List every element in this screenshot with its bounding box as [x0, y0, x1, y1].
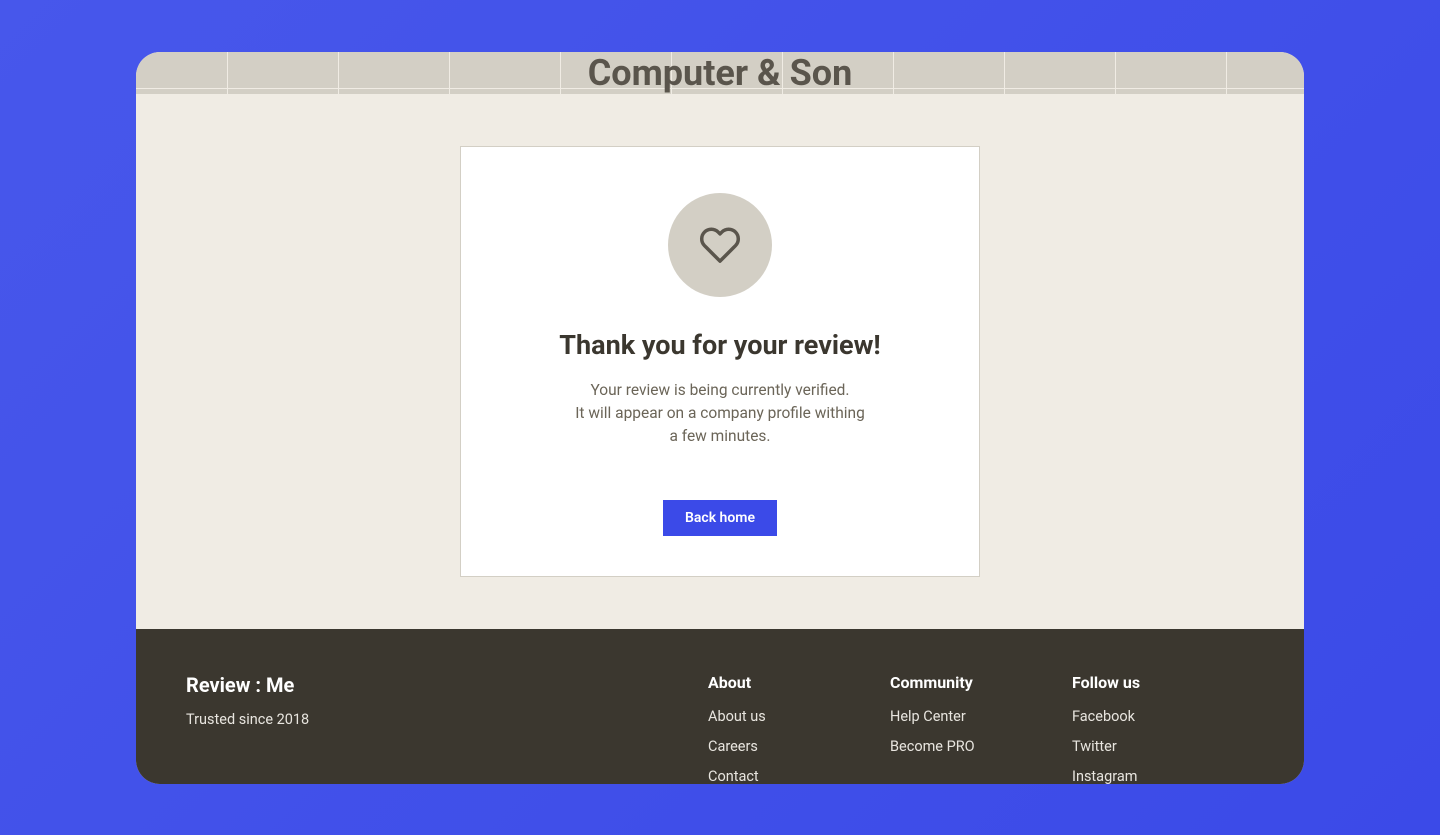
- footer-col-follow: Follow us Facebook Twitter Instagram: [1072, 673, 1254, 756]
- card-description: Your review is being currently verified.…: [575, 379, 865, 449]
- footer-col-community: Community Help Center Become PRO: [890, 673, 1072, 756]
- footer-brand-title: Review : Me: [186, 673, 708, 697]
- footer-link-facebook[interactable]: Facebook: [1072, 708, 1254, 725]
- footer: Review : Me Trusted since 2018 About Abo…: [136, 629, 1304, 783]
- main-content: Thank you for your review! Your review i…: [136, 94, 1304, 630]
- footer-link-instagram[interactable]: Instagram: [1072, 768, 1254, 783]
- heart-icon: [699, 224, 741, 266]
- footer-col-title: About: [708, 673, 890, 692]
- footer-link-twitter[interactable]: Twitter: [1072, 738, 1254, 755]
- icon-circle: [668, 193, 772, 297]
- header: Computer & Son: [136, 52, 1304, 94]
- footer-link-help-center[interactable]: Help Center: [890, 708, 1072, 725]
- back-home-button[interactable]: Back home: [663, 500, 777, 536]
- thank-you-card: Thank you for your review! Your review i…: [460, 146, 980, 578]
- footer-link-contact[interactable]: Contact: [708, 768, 890, 783]
- footer-col-title: Follow us: [1072, 673, 1254, 692]
- footer-brand: Review : Me Trusted since 2018: [186, 673, 708, 756]
- footer-columns: About About us Careers Contact Community…: [708, 673, 1254, 756]
- footer-link-become-pro[interactable]: Become PRO: [890, 738, 1072, 755]
- footer-col-about: About About us Careers Contact: [708, 673, 890, 756]
- footer-brand-tagline: Trusted since 2018: [186, 711, 708, 728]
- app-window: Computer & Son Thank you for your review…: [136, 52, 1304, 784]
- card-title: Thank you for your review!: [559, 329, 880, 361]
- footer-link-careers[interactable]: Careers: [708, 738, 890, 755]
- footer-link-about-us[interactable]: About us: [708, 708, 890, 725]
- page-title: Computer & Son: [588, 52, 853, 94]
- footer-col-title: Community: [890, 673, 1072, 692]
